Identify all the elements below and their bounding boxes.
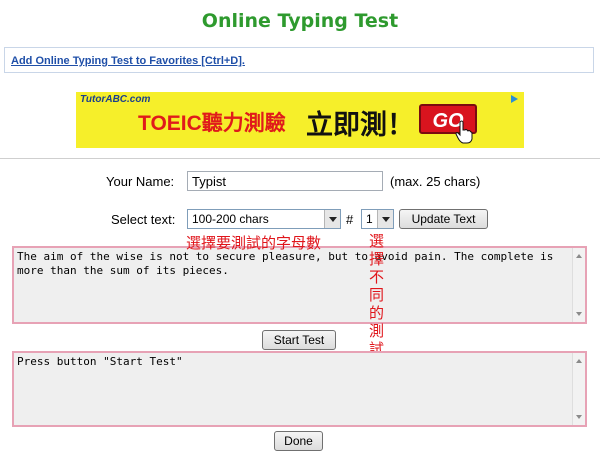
typing-input-text: Press button "Start Test" xyxy=(17,355,183,368)
ad-banner[interactable]: TutorABC.com TOEIC聽力測驗 立即測！ GO xyxy=(76,92,524,148)
select-text-label: Select text: xyxy=(111,212,176,227)
scroll-up-icon[interactable] xyxy=(576,254,582,258)
section-divider xyxy=(0,158,600,159)
source-text-area[interactable]: The aim of the wise is not to secure ple… xyxy=(12,246,587,324)
chevron-down-icon[interactable] xyxy=(324,210,340,228)
source-text: The aim of the wise is not to secure ple… xyxy=(17,250,554,277)
ad-call-to-action: 立即測！ xyxy=(306,110,414,140)
text-number-value: 1 xyxy=(366,212,373,226)
char-range-value: 100-200 chars xyxy=(192,212,269,226)
ad-brand-logo: TutorABC.com xyxy=(80,94,151,105)
start-test-button[interactable]: Start Test xyxy=(262,330,336,350)
text-number-label: # xyxy=(346,212,354,227)
typing-input-area[interactable]: Press button "Start Test" xyxy=(12,351,587,427)
name-input[interactable] xyxy=(187,171,383,191)
favorites-bar: Add Online Typing Test to Favorites [Ctr… xyxy=(4,47,594,73)
hand-cursor-icon xyxy=(455,120,473,144)
char-count-annotation: 選擇要測試的字母數 xyxy=(186,234,322,252)
chevron-down-icon[interactable] xyxy=(377,210,393,228)
scroll-up-icon[interactable] xyxy=(576,359,582,363)
page-title: Online Typing Test xyxy=(201,10,399,32)
text-number-select[interactable]: 1 xyxy=(361,209,394,229)
name-label: Your Name: xyxy=(106,174,175,189)
done-button[interactable]: Done xyxy=(274,431,323,451)
name-max-hint: (max. 25 chars) xyxy=(390,174,481,189)
scrollbar[interactable] xyxy=(572,353,585,425)
update-text-button[interactable]: Update Text xyxy=(399,209,488,229)
ad-choices-icon[interactable] xyxy=(508,93,520,105)
scrollbar[interactable] xyxy=(572,248,585,322)
scroll-down-icon[interactable] xyxy=(576,415,582,419)
ad-headline: TOEIC聽力測驗 xyxy=(138,112,286,135)
scroll-down-icon[interactable] xyxy=(576,312,582,316)
add-to-favorites-link[interactable]: Add Online Typing Test to Favorites [Ctr… xyxy=(11,55,245,67)
char-range-select[interactable]: 100-200 chars xyxy=(187,209,341,229)
